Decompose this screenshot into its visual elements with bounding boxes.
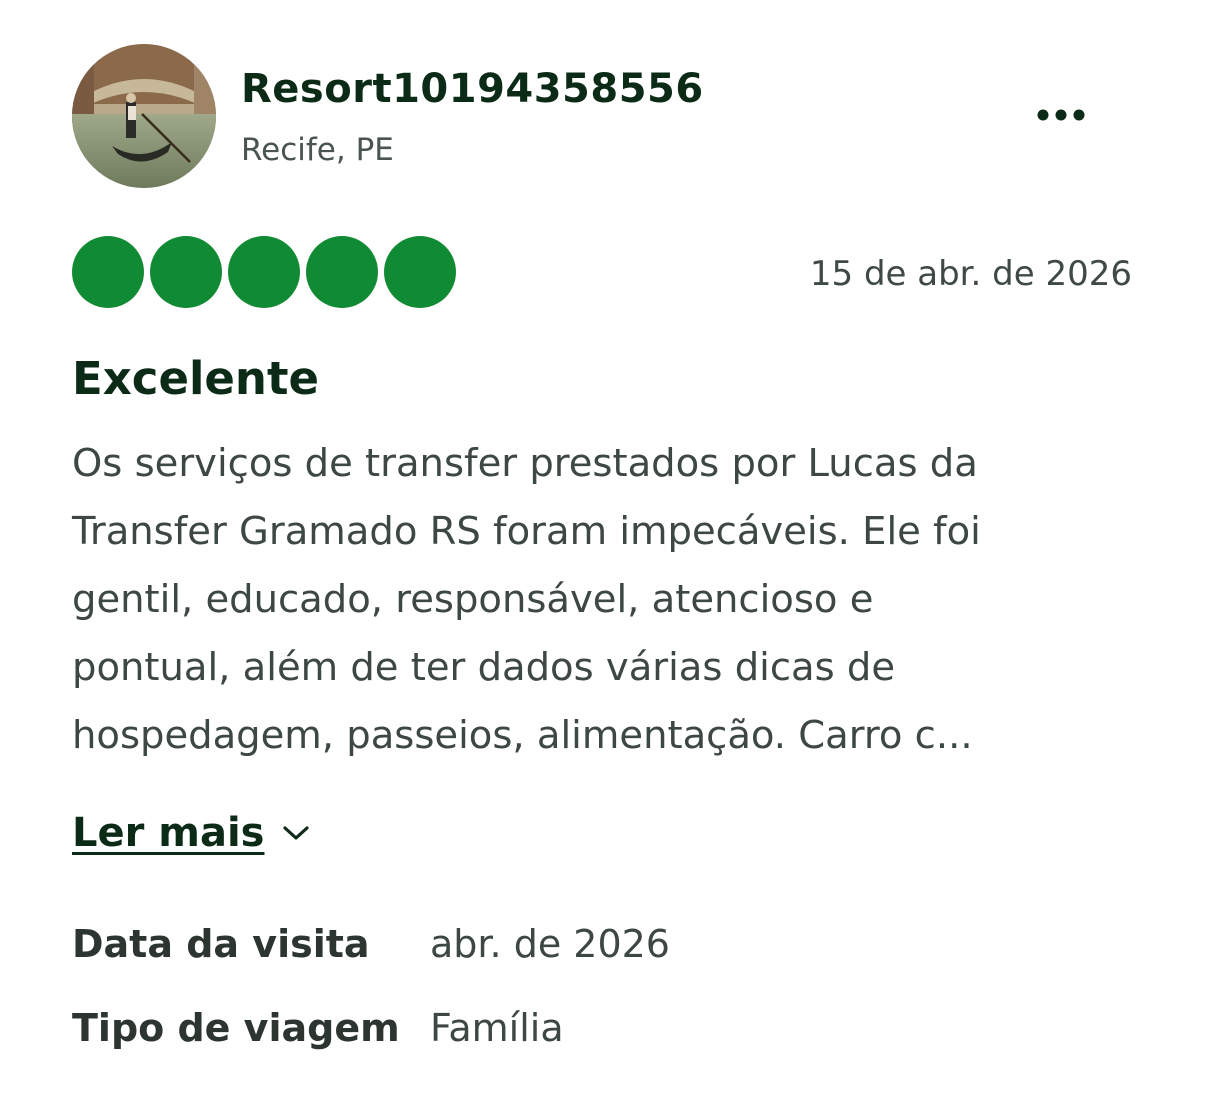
- rating-bubble-filled: [150, 236, 222, 308]
- rating-bubble-filled: [384, 236, 456, 308]
- rating-bubble-filled: [228, 236, 300, 308]
- review-body-line: Os serviços de transfer prestados por Lu…: [72, 441, 978, 486]
- review-body-line: hospedagem, passeios, alimentação. Carro…: [72, 713, 973, 758]
- visit-date-label: Data da visita: [72, 922, 370, 966]
- review-body: Os serviços de transfer prestados por Lu…: [72, 430, 1132, 770]
- more-options-button[interactable]: [1028, 95, 1094, 135]
- visit-date-value: abr. de 2026: [430, 922, 670, 966]
- review-title: Excelente: [72, 352, 319, 405]
- reviewer-location: Recife, PE: [241, 132, 394, 168]
- review-body-line: gentil, educado, responsável, atencioso …: [72, 577, 874, 622]
- gondola-photo-avatar: [72, 44, 216, 188]
- trip-type-row: Tipo de viagem Família: [72, 1006, 564, 1050]
- trip-type-label: Tipo de viagem: [72, 1006, 400, 1050]
- review-date: 15 de abr. de 2026: [809, 254, 1132, 294]
- chevron-down-icon: [283, 826, 310, 840]
- rating-bubbles: [72, 236, 456, 308]
- reviewer-name[interactable]: Resort10194358556: [241, 66, 704, 112]
- more-horizontal-icon: [1037, 109, 1085, 121]
- visit-date-row: Data da visita abr. de 2026: [72, 922, 670, 966]
- rating-bubble-filled: [72, 236, 144, 308]
- rating-bubble-filled: [306, 236, 378, 308]
- review-body-line: pontual, além de ter dados várias dicas …: [72, 645, 896, 690]
- trip-type-value: Família: [430, 1006, 564, 1050]
- review-body-line: Transfer Gramado RS foram impecáveis. El…: [72, 509, 981, 554]
- read-more-button[interactable]: Ler mais: [72, 810, 310, 856]
- avatar[interactable]: [72, 44, 216, 188]
- read-more-label: Ler mais: [72, 810, 265, 856]
